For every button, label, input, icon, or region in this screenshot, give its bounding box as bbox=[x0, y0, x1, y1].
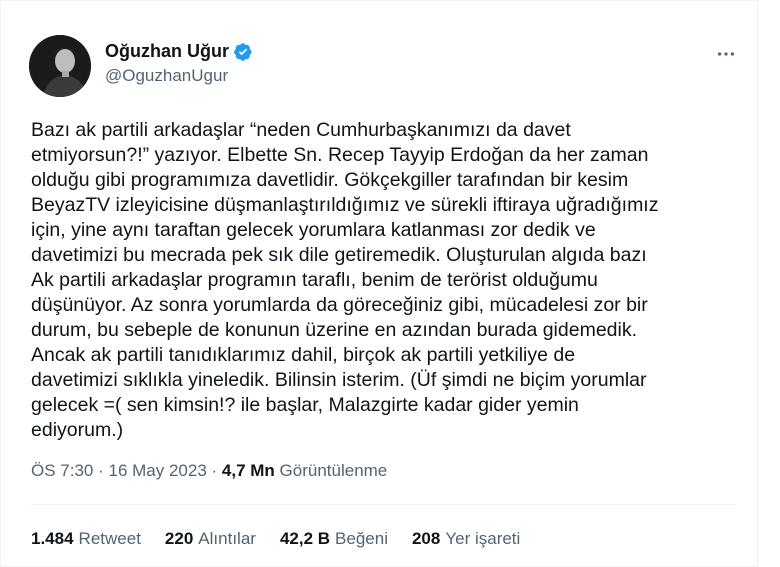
more-horizontal-icon bbox=[717, 52, 735, 56]
likes-count: 42,2 B bbox=[279, 529, 331, 548]
verified-badge-icon bbox=[233, 42, 253, 62]
author-handle[interactable]: @OguzhanUgur bbox=[105, 66, 228, 86]
likes-stat[interactable]: 42,2 B Beğeni bbox=[280, 529, 388, 549]
meta-separator: · bbox=[93, 461, 109, 480]
meta-separator: · bbox=[206, 461, 222, 480]
more-options-button[interactable] bbox=[711, 39, 741, 69]
retweets-label: Retweet bbox=[78, 529, 141, 548]
views-count: 4,7 Mn bbox=[221, 461, 275, 480]
views-label: Görüntülenme bbox=[275, 461, 388, 481]
retweets-stat[interactable]: 1.484 Retweet bbox=[31, 529, 141, 549]
bookmarks-label: Yer işareti bbox=[445, 529, 521, 548]
tweet-time[interactable]: ÖS 7:30 bbox=[31, 461, 93, 481]
author-name[interactable]: Oğuzhan Uğur bbox=[105, 41, 229, 62]
views-label-text: Görüntülenme bbox=[279, 461, 388, 480]
bookmarks-count: 208 bbox=[411, 529, 441, 548]
retweets-count: 1.484 bbox=[31, 529, 74, 548]
likes-label: Beğeni bbox=[335, 529, 388, 548]
tweet-meta: ÖS 7:30 · 16 May 2023 · 4,7 Mn Görüntüle… bbox=[31, 461, 387, 481]
quotes-stat[interactable]: 220 Alıntılar bbox=[165, 529, 256, 549]
divider bbox=[31, 504, 736, 505]
bookmarks-stat[interactable]: 208 Yer işareti bbox=[412, 529, 520, 549]
quotes-count: 220 bbox=[164, 529, 194, 548]
tweet-date[interactable]: 16 May 2023 bbox=[108, 461, 206, 481]
engagement-stats: 1.484 Retweet 220 Alıntılar 42,2 B Beğen… bbox=[31, 529, 544, 549]
quotes-label: Alıntılar bbox=[198, 529, 256, 548]
tweet-card: Oğuzhan Uğur @OguzhanUgur Bazı ak partil… bbox=[0, 0, 758, 567]
avatar[interactable] bbox=[29, 35, 91, 97]
tweet-text: Bazı ak partili arkadaşlar “neden Cumhur… bbox=[31, 119, 659, 441]
avatar-photo bbox=[29, 35, 91, 97]
author-name-row[interactable]: Oğuzhan Uğur bbox=[105, 41, 253, 62]
